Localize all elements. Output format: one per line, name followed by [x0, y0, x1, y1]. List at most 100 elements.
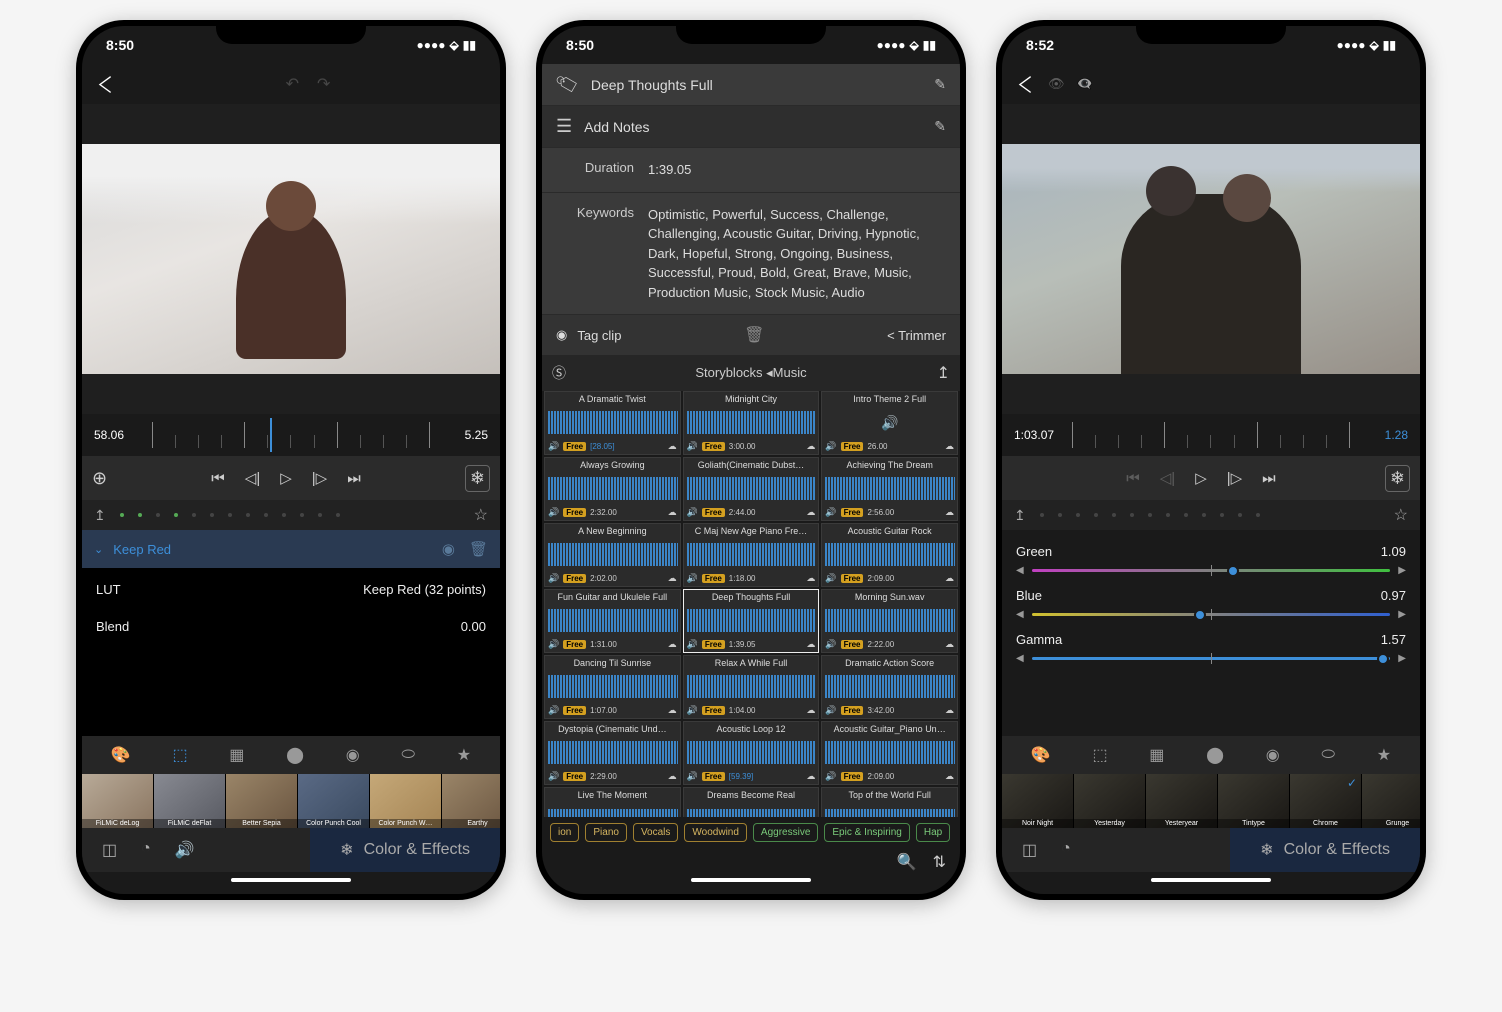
lut-thumb[interactable]: FiLMiC deLog — [82, 819, 153, 828]
freeze-button[interactable]: ❄ — [1385, 465, 1410, 492]
exit-icon[interactable]: ↥ — [94, 507, 106, 524]
next-button[interactable]: ⏭ — [1262, 470, 1276, 487]
star-icon[interactable]: ★ — [457, 745, 471, 765]
spiral-icon[interactable]: ◉ — [346, 745, 360, 765]
record-icon[interactable]: ◉ — [556, 327, 567, 343]
music-tile[interactable]: Always Growing🔊Free2:32.00☁ — [544, 457, 681, 521]
timeline-ruler[interactable]: 1:03.07 1.28 — [1002, 414, 1420, 456]
eye-closed-icon[interactable]: 👁‍🗨 — [1077, 76, 1093, 92]
cube-icon[interactable]: ⬚ — [172, 745, 187, 765]
visibility-icon[interactable]: ◉ — [442, 540, 455, 558]
filter-tag[interactable]: ion — [550, 823, 579, 842]
step-back-button[interactable]: ◁| — [1160, 469, 1175, 487]
music-tile[interactable]: Deep Thoughts Full🔊Free1:39.05☁ — [683, 589, 820, 653]
play-button[interactable]: ▷ — [1195, 469, 1207, 487]
music-tile[interactable]: Achieving The Dream🔊Free2:56.00☁ — [821, 457, 958, 521]
spiral-icon[interactable]: ◉ — [1266, 745, 1280, 765]
music-tile[interactable]: Goliath(Cinematic Dubst…🔊Free2:44.00☁ — [683, 457, 820, 521]
music-grid[interactable]: A Dramatic Twist🔊Free[28.05]☁Midnight Ci… — [542, 391, 960, 817]
back-button[interactable]: ＜ — [1017, 68, 1032, 100]
exit-icon[interactable]: ↥ — [937, 363, 950, 383]
lut-thumb[interactable]: Yesterday — [1074, 819, 1145, 828]
music-tile[interactable]: Acoustic Loop 12🔊Free[59.39]☁ — [683, 721, 820, 785]
favorite-button[interactable]: ☆ — [474, 505, 488, 525]
filter-tag[interactable]: Epic & Inspiring — [824, 823, 909, 842]
filter-tag[interactable]: Aggressive — [753, 823, 818, 842]
crop-icon[interactable]: ◫ — [102, 840, 117, 860]
audio-icon[interactable]: 🔊 — [175, 840, 195, 860]
drop-icon[interactable]: ⬤ — [286, 745, 304, 765]
lut-thumb[interactable]: FiLMiC deFlat — [154, 819, 225, 828]
play-button[interactable]: ▷ — [280, 469, 292, 487]
music-tile[interactable]: Morning Sun.wav🔊Free2:22.00☁ — [821, 589, 958, 653]
grid-icon[interactable]: ▦ — [229, 745, 244, 765]
keyhole-icon[interactable]: ⬭ — [1321, 746, 1335, 764]
music-tile[interactable]: Dystopia (Cinematic Und…🔊Free2:29.00☁ — [544, 721, 681, 785]
back-button[interactable]: ＜ — [97, 68, 112, 100]
music-tile[interactable]: A New Beginning🔊Free2:02.00☁ — [544, 523, 681, 587]
keyhole-icon[interactable]: ⬭ — [401, 746, 415, 764]
lut-thumb[interactable]: Grunge — [1362, 819, 1420, 828]
lut-thumbnail-strip[interactable]: Noir Night Yesterday Yesteryear Tintype … — [1002, 774, 1420, 828]
color-effects-tab[interactable]: ❄Color & Effects — [310, 828, 500, 872]
lut-thumb[interactable]: Tintype — [1218, 819, 1289, 828]
filter-tag[interactable]: Hap — [916, 823, 950, 842]
speed-icon[interactable]: ◔ — [141, 840, 151, 860]
freeze-button[interactable]: ❄ — [465, 465, 490, 492]
filter-tag[interactable]: Woodwind — [684, 823, 747, 842]
filter-tag[interactable]: Piano — [585, 823, 627, 842]
timeline-ruler[interactable]: 58.06 5.25 — [82, 414, 500, 456]
notes-row[interactable]: ☰ Add Notes ✎ — [542, 106, 960, 148]
speed-icon[interactable]: ◔ — [1061, 840, 1071, 860]
music-tile[interactable]: Acoustic Guitar_Piano Un…🔊Free2:09.00☁ — [821, 721, 958, 785]
lut-thumb[interactable]: Color Punch W… — [370, 819, 441, 828]
storyblocks-icon[interactable]: Ⓢ — [552, 363, 566, 383]
playhead[interactable] — [270, 418, 272, 452]
edit-icon[interactable]: ✎ — [934, 118, 946, 135]
filter-tag[interactable]: Vocals — [633, 823, 678, 842]
undo-button[interactable]: ↶ — [286, 74, 299, 94]
music-tile[interactable]: C Maj New Age Piano Fre…🔊Free1:18.00☁ — [683, 523, 820, 587]
lut-thumb[interactable]: Color Punch Cool — [298, 819, 369, 828]
clip-title-row[interactable]: 🏷 Deep Thoughts Full ✎ — [542, 64, 960, 106]
lut-thumb[interactable]: Earthy — [442, 819, 500, 828]
home-indicator[interactable] — [1151, 878, 1271, 882]
star-icon[interactable]: ★ — [1377, 745, 1391, 765]
delete-icon[interactable]: 🗑 — [469, 540, 488, 558]
lut-thumb[interactable]: Yesteryear — [1146, 819, 1217, 828]
step-back-button[interactable]: ◁| — [245, 469, 260, 487]
crop-icon[interactable]: ◫ — [1022, 840, 1037, 860]
prev-button[interactable]: ⏮ — [211, 470, 225, 487]
prev-button[interactable]: ⏮ — [1126, 470, 1140, 487]
lut-thumb[interactable]: Chrome — [1290, 819, 1361, 828]
music-tile[interactable]: Dramatic Action Score🔊Free3:42.00☁ — [821, 655, 958, 719]
search-icon[interactable]: 🔍 — [897, 852, 917, 872]
music-tile[interactable]: Dancing Til Sunrise🔊Free1:07.00☁ — [544, 655, 681, 719]
exit-icon[interactable]: ↥ — [1014, 507, 1026, 524]
music-tile[interactable]: Top of the World Full — [821, 787, 958, 817]
lut-thumb[interactable]: Better Sepia — [226, 819, 297, 828]
music-tile[interactable]: Live The Moment — [544, 787, 681, 817]
redo-button[interactable]: ↷ — [317, 74, 330, 94]
slider-green[interactable]: Green1.09◀▶ — [1002, 538, 1420, 582]
eye-open-icon[interactable]: 👁 — [1048, 76, 1065, 92]
grid-icon[interactable]: ▦ — [1149, 745, 1164, 765]
lut-thumb[interactable]: Noir Night — [1002, 819, 1073, 828]
video-preview[interactable] — [82, 144, 500, 374]
music-tile[interactable]: Relax A While Full🔊Free1:04.00☁ — [683, 655, 820, 719]
music-tile[interactable]: Acoustic Guitar Rock🔊Free2:09.00☁ — [821, 523, 958, 587]
slider-gamma[interactable]: Gamma1.57◀▶ — [1002, 626, 1420, 670]
music-tile[interactable]: A Dramatic Twist🔊Free[28.05]☁ — [544, 391, 681, 455]
palette-icon[interactable]: 🎨 — [1031, 745, 1051, 765]
cube-icon[interactable]: ⬚ — [1092, 745, 1107, 765]
lut-thumbnail-strip[interactable]: FiLMiC deLog FiLMiC deFlat Better Sepia … — [82, 774, 500, 828]
effect-header[interactable]: ⌄ Keep Red ◉🗑 — [82, 530, 500, 568]
home-indicator[interactable] — [231, 878, 351, 882]
next-button[interactable]: ⏭ — [347, 470, 361, 487]
palette-icon[interactable]: 🎨 — [111, 745, 131, 765]
step-fwd-button[interactable]: |▷ — [1227, 469, 1242, 487]
tag-clip-button[interactable]: Tag clip — [577, 328, 621, 343]
music-tile[interactable]: Intro Theme 2 Full🔊Free26.00☁ — [821, 391, 958, 455]
music-tile[interactable]: Midnight City🔊Free3:00.00☁ — [683, 391, 820, 455]
sort-icon[interactable]: ⇅ — [933, 852, 946, 872]
